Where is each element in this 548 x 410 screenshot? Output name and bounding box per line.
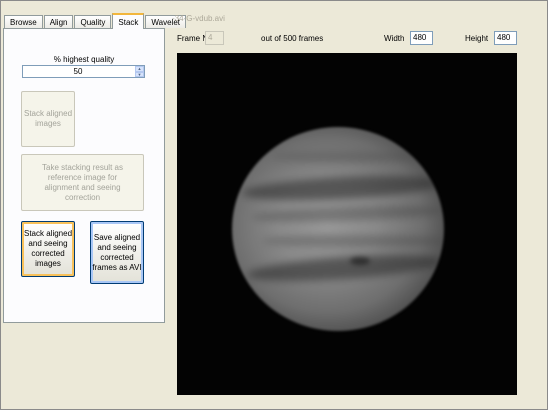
quality-spin-control: ▲ ▼ (135, 66, 144, 77)
tab-bar: Browse Align Quality Stack Wavelet (4, 12, 187, 29)
stack-corrected-button[interactable]: Stack aligned and seeing corrected image… (21, 221, 75, 277)
quality-value[interactable]: 50 (23, 66, 133, 77)
height-field[interactable]: 480 (494, 31, 517, 45)
frame-total-label: out of 500 frames (261, 34, 324, 43)
tab-quality[interactable]: Quality (74, 15, 112, 28)
planet-image (232, 127, 444, 331)
stack-panel: % highest quality 50 ▲ ▼ Stack aligned i… (3, 28, 165, 323)
tab-browse[interactable]: Browse (4, 15, 43, 28)
width-field[interactable]: 480 (410, 31, 433, 45)
frame-info-bar: Frame Nr 4 out of 500 frames Width 480 H… (167, 27, 547, 47)
app-window: Browse Align Quality Stack Wavelet % hig… (0, 0, 548, 410)
file-title: -34-G-vdub.avi (172, 14, 225, 23)
stack-aligned-button[interactable]: Stack aligned images (21, 91, 75, 147)
frame-number-field[interactable]: 4 (205, 31, 224, 45)
spin-down-icon[interactable]: ▼ (135, 71, 144, 77)
quality-stepper[interactable]: 50 ▲ ▼ (22, 65, 145, 78)
save-frames-avi-button[interactable]: Save aligned and seeing corrected frames… (90, 221, 144, 284)
quality-label: % highest quality (53, 55, 115, 64)
width-label: Width (384, 34, 405, 43)
image-viewer[interactable] (177, 53, 517, 395)
tab-align[interactable]: Align (43, 15, 74, 28)
tab-stack[interactable]: Stack (112, 13, 145, 29)
take-result-reference-button[interactable]: Take stacking result as reference image … (21, 154, 144, 211)
height-label: Height (465, 34, 489, 43)
